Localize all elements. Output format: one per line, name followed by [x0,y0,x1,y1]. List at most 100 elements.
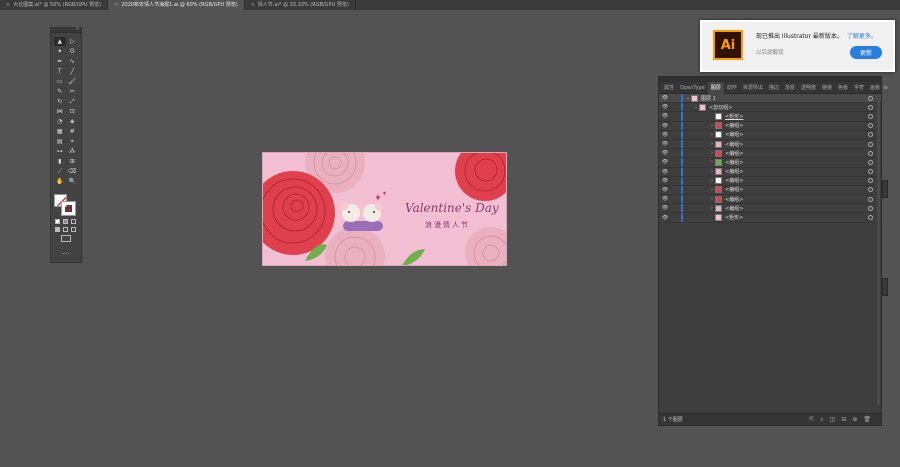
panel-scrollbar[interactable] [877,95,880,405]
tab-gradient[interactable]: 渐变 [782,82,798,94]
visibility-eye-icon[interactable]: 👁 [659,95,671,101]
close-icon[interactable]: × [251,2,255,8]
target-circle-icon[interactable] [868,169,873,175]
curvature-tool-icon[interactable]: ∿ [67,57,79,66]
layer-row-top[interactable]: 👁 ⌄ 图层 1 [659,94,881,104]
visibility-eye-icon[interactable]: 👁 [659,196,671,202]
locate-object-icon[interactable]: ⌕ [820,416,823,424]
type-tool-icon[interactable]: T [54,67,66,76]
delete-layer-icon[interactable]: 🗑 [863,416,871,424]
layer-row[interactable]: 👁 › <编组> [659,176,881,186]
collapsed-panel-tab[interactable] [882,180,888,198]
rotate-tool-icon[interactable]: ↻ [54,97,66,106]
layer-row[interactable]: 👁 › <编组> [659,195,881,205]
document-tab-3[interactable]: × 情人节.ai* @ 33.33% (RGB/GPU 预览) [245,0,356,10]
visibility-eye-icon[interactable]: 👁 [659,178,671,184]
tools-panel-grip[interactable]: « [51,26,81,33]
edit-toolbar-button[interactable]: ... [51,248,81,256]
eraser-tool-icon[interactable]: ⌫ [67,167,79,176]
shape-builder-tool-icon[interactable]: ◔ [54,117,66,126]
tab-stroke[interactable]: 描边 [766,82,782,94]
target-circle-icon[interactable] [868,178,873,184]
free-transform-tool-icon[interactable]: ⊡ [67,107,79,116]
visibility-eye-icon[interactable]: 👁 [659,215,671,221]
target-circle-icon[interactable] [868,123,873,129]
paintbrush-tool-icon[interactable]: 🖌 [67,77,79,86]
tab-links[interactable]: 链接 [819,82,835,94]
line-tool-icon[interactable]: ╱ [67,67,79,76]
update-button[interactable]: 更新 [850,46,882,59]
remind-later-link[interactable]: 以后提醒我 [756,48,784,56]
tab-swatches[interactable]: 色板 [835,82,851,94]
target-circle-icon[interactable] [868,150,873,156]
layer-row[interactable]: 👁 › <编组> [659,167,881,177]
tab-properties[interactable]: 属性 [661,82,677,94]
clipping-mask-icon[interactable]: ◫ [830,416,836,424]
tab-actions[interactable]: 动作 [724,82,740,94]
stroke-swatch[interactable] [61,201,76,216]
panel-menu-icon[interactable]: ≡ [883,84,891,91]
document-tab-2[interactable]: × 2020新年情人节海报1.ai @ 60% (RGB/GPU 预览) [108,0,245,10]
layer-row[interactable]: 👁 <矩形> [659,112,881,122]
target-circle-icon[interactable] [868,196,873,202]
layer-name[interactable]: 图层 1 [701,95,716,102]
direct-selection-tool-icon[interactable]: ▷ [67,37,79,46]
target-circle-icon[interactable] [868,159,873,165]
layer-row[interactable]: 👁 › <编组> [659,149,881,159]
layer-row[interactable]: 👁 › <编组> [659,185,881,196]
learn-more-link[interactable]: 了解更多。 [847,33,877,40]
color-mode-icon[interactable] [55,219,60,224]
new-layer-icon[interactable]: ⊕ [852,416,857,424]
gradient-mode-icon[interactable] [63,219,68,224]
magic-wand-tool-icon[interactable]: ✦ [54,47,66,56]
layer-row[interactable]: 👁 › <编组> [659,139,881,150]
scale-tool-icon[interactable]: ⤢ [67,97,79,106]
shaper-tool-icon[interactable]: ✎ [54,87,66,96]
visibility-eye-icon[interactable]: 👁 [659,187,671,193]
screen-mode-icon[interactable] [61,235,71,242]
lasso-tool-icon[interactable]: ʘ [67,47,79,56]
layer-row[interactable]: 👁 › <编组> [659,158,881,168]
selection-tool-icon[interactable]: ▲ [54,37,66,46]
width-tool-icon[interactable]: ⋈ [54,107,66,116]
new-sublayer-icon[interactable]: ⊟ [841,416,846,424]
target-circle-icon[interactable] [868,113,873,119]
export-icon[interactable]: ⇱ [809,416,814,424]
draw-normal-icon[interactable] [55,227,60,232]
visibility-eye-icon[interactable]: 👁 [659,150,671,156]
visibility-eye-icon[interactable]: 👁 [659,113,671,119]
tab-character[interactable]: 字符 [851,82,867,94]
artboard-tool-icon[interactable]: ⊞ [67,157,79,166]
target-circle-icon[interactable] [868,187,873,193]
none-mode-icon[interactable] [71,219,76,224]
artboard[interactable]: Valentine's Day 浪漫情人节 [262,152,507,266]
layer-row[interactable]: 👁 <矩形> [659,213,881,223]
target-circle-icon[interactable] [868,205,873,211]
target-circle-icon[interactable] [868,141,873,147]
tab-layers[interactable]: 图层 [707,81,724,94]
column-graph-tool-icon[interactable]: ▮ [54,157,66,166]
layer-row[interactable]: 👁 › <编组> [659,121,881,131]
target-circle-icon[interactable] [868,95,873,101]
scissors-tool-icon[interactable]: ✂ [67,87,79,96]
visibility-eye-icon[interactable]: 👁 [659,104,671,110]
visibility-eye-icon[interactable]: 👁 [659,205,671,211]
live-paint-tool-icon[interactable]: ◈ [67,117,79,126]
perspective-grid-tool-icon[interactable]: ▦ [54,127,66,136]
tab-asset-export[interactable]: 资源导出 [740,82,766,94]
layer-row[interactable]: 👁 › <编组> [659,204,881,214]
slice-tool-icon[interactable]: ⟋ [54,167,66,176]
target-circle-icon[interactable] [868,104,873,110]
close-icon[interactable]: × [114,2,118,8]
layer-row[interactable]: 👁 › <编组> [659,130,881,140]
collapse-icon[interactable]: « [76,26,79,32]
zoom-tool-icon[interactable]: 🔍 [67,177,79,186]
blend-tool-icon[interactable]: ⊶ [54,147,66,156]
tab-transparency[interactable]: 透明度 [798,82,819,94]
panel-grip[interactable] [659,77,881,82]
document-tab-1[interactable]: × 大社图案.ai* @ 50% (RGB/GPU 预览) [0,0,109,10]
rectangle-tool-icon[interactable]: ▭ [54,77,66,86]
target-circle-icon[interactable] [868,215,873,221]
eyedropper-tool-icon[interactable]: ⌖ [67,137,79,146]
visibility-eye-icon[interactable]: 👁 [659,159,671,165]
